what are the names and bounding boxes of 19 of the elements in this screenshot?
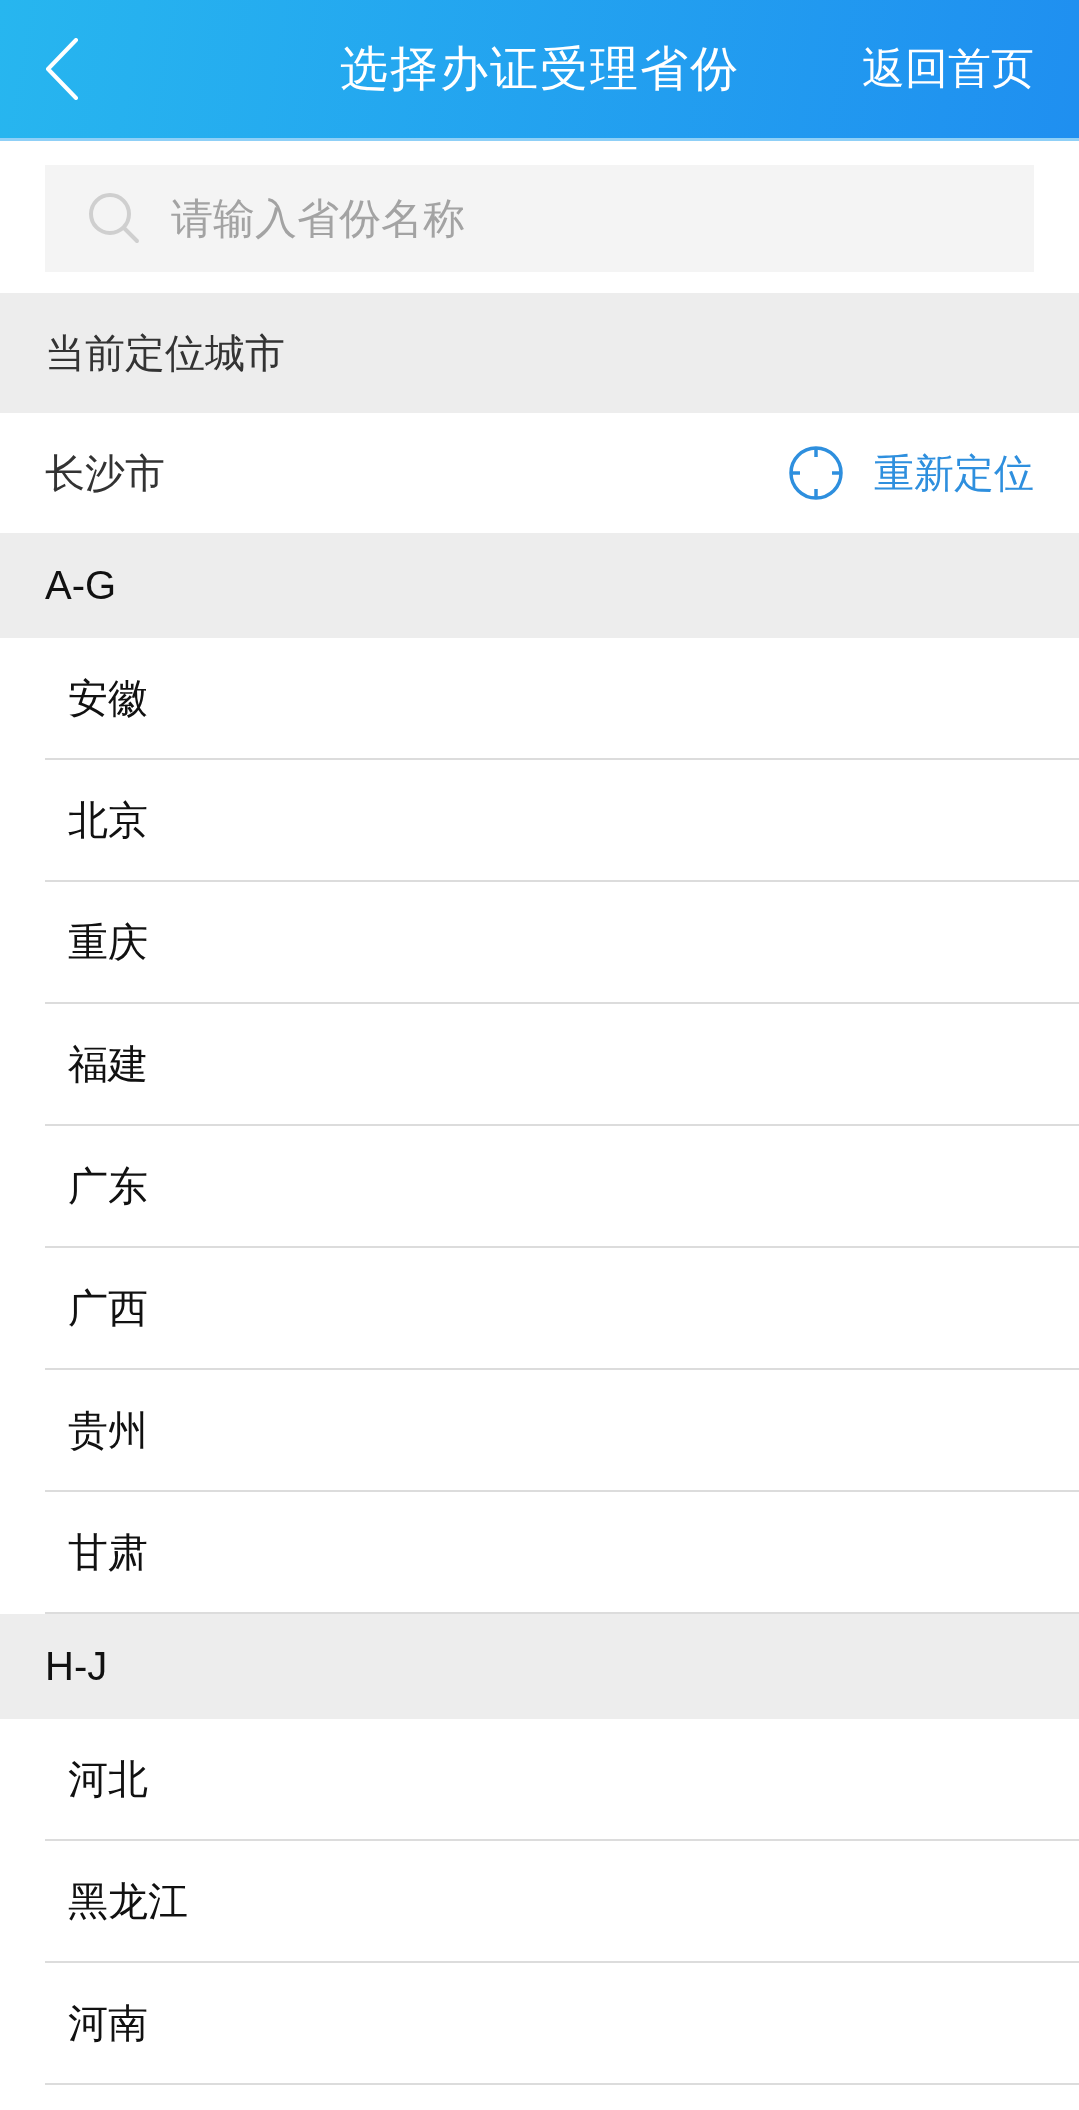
province-item[interactable]: 重庆	[45, 882, 1079, 1004]
province-item[interactable]: 河南	[45, 1963, 1079, 2085]
province-item[interactable]: 北京	[45, 760, 1079, 882]
search-icon	[88, 192, 140, 244]
province-item[interactable]: 安徽	[45, 638, 1079, 760]
province-item[interactable]: 福建	[45, 1004, 1079, 1126]
group-header: A-G	[0, 533, 1079, 638]
province-item[interactable]: 贵州	[45, 1370, 1079, 1492]
province-item[interactable]: 黑龙江	[45, 1841, 1079, 1963]
province-item[interactable]: 河北	[45, 1719, 1079, 1841]
page-title: 选择办证受理省份	[339, 41, 740, 97]
group-header: H-J	[0, 1614, 1079, 1719]
province-item[interactable]: 广西	[45, 1248, 1079, 1370]
search-field[interactable]: 请输入省份名称	[45, 165, 1034, 272]
province-item[interactable]: 广东	[45, 1126, 1079, 1248]
crosshair-icon	[788, 445, 844, 501]
current-city[interactable]: 长沙市	[45, 445, 165, 501]
section-header: 当前定位城市	[0, 293, 1079, 413]
back-icon[interactable]	[45, 38, 79, 100]
